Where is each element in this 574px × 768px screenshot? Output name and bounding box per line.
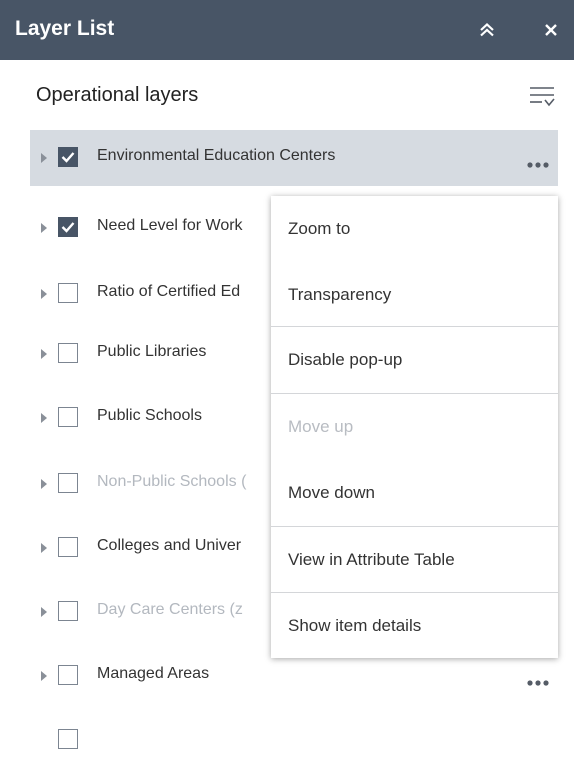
layer-context-menu: Zoom to Transparency Disable pop-up Move… (271, 196, 558, 658)
checkmark-icon (61, 222, 75, 233)
layer-label: Environmental Education Centers (97, 147, 336, 164)
menu-item-show-item-details[interactable]: Show item details (271, 593, 558, 659)
panel-title: Layer List (15, 17, 115, 40)
filter-layers-button[interactable] (526, 82, 558, 112)
caret-right-icon[interactable] (40, 153, 48, 163)
layer-row-environmental-education-centers[interactable]: Environmental Education Centers (30, 130, 558, 186)
layer-label: Non-Public Schools ( (97, 473, 247, 490)
layer-label: Public Schools (97, 407, 202, 424)
filter-list-icon (530, 87, 555, 107)
caret-right-icon[interactable] (40, 479, 48, 489)
menu-item-move-up: Move up (288, 417, 354, 436)
layer-checkbox[interactable] (58, 407, 78, 427)
layer-checkbox[interactable] (58, 147, 78, 167)
caret-right-icon[interactable] (40, 671, 48, 681)
layer-checkbox[interactable] (58, 473, 78, 493)
layer-label: Managed Areas (97, 665, 210, 682)
layer-checkbox[interactable] (58, 343, 78, 363)
menu-item-view-attribute-table[interactable]: View in Attribute Table (271, 527, 558, 593)
caret-right-icon[interactable] (40, 223, 48, 233)
checkmark-icon (61, 152, 75, 163)
close-icon (545, 24, 557, 36)
section-title: Operational layers (36, 84, 199, 106)
layer-checkbox[interactable] (58, 665, 78, 685)
menu-item-disable-popup[interactable]: Disable pop-up (271, 327, 558, 393)
menu-item-zoom-to[interactable]: Zoom to (271, 196, 558, 262)
menu-item-move-down[interactable]: Move down (271, 460, 558, 526)
caret-right-icon[interactable] (40, 607, 48, 617)
ellipsis-icon[interactable] (524, 678, 556, 688)
caret-right-icon[interactable] (40, 413, 48, 423)
layer-checkbox[interactable] (58, 729, 78, 749)
menu-item-transparency[interactable]: Transparency (271, 262, 558, 328)
layer-checkbox[interactable] (58, 537, 78, 557)
caret-right-icon[interactable] (40, 349, 48, 359)
layer-checkbox[interactable] (58, 217, 78, 237)
double-chevron-up-icon (480, 23, 494, 37)
layer-checkbox[interactable] (58, 601, 78, 621)
layer-label: Day Care Centers (z (97, 601, 243, 618)
collapse-panel-button[interactable] (470, 12, 504, 48)
ellipsis-icon[interactable] (524, 160, 556, 170)
layer-checkbox[interactable] (58, 283, 78, 303)
close-panel-button[interactable] (534, 12, 568, 48)
layer-label: Ratio of Certified Ed (97, 283, 241, 300)
layer-label: Need Level for Work (97, 217, 243, 234)
caret-right-icon[interactable] (40, 289, 48, 299)
layer-label: Colleges and Univer (97, 537, 242, 554)
panel-header: Layer List (0, 0, 574, 60)
caret-right-icon[interactable] (40, 543, 48, 553)
layer-row-partial[interactable] (30, 712, 558, 768)
layer-label: Public Libraries (97, 343, 207, 360)
